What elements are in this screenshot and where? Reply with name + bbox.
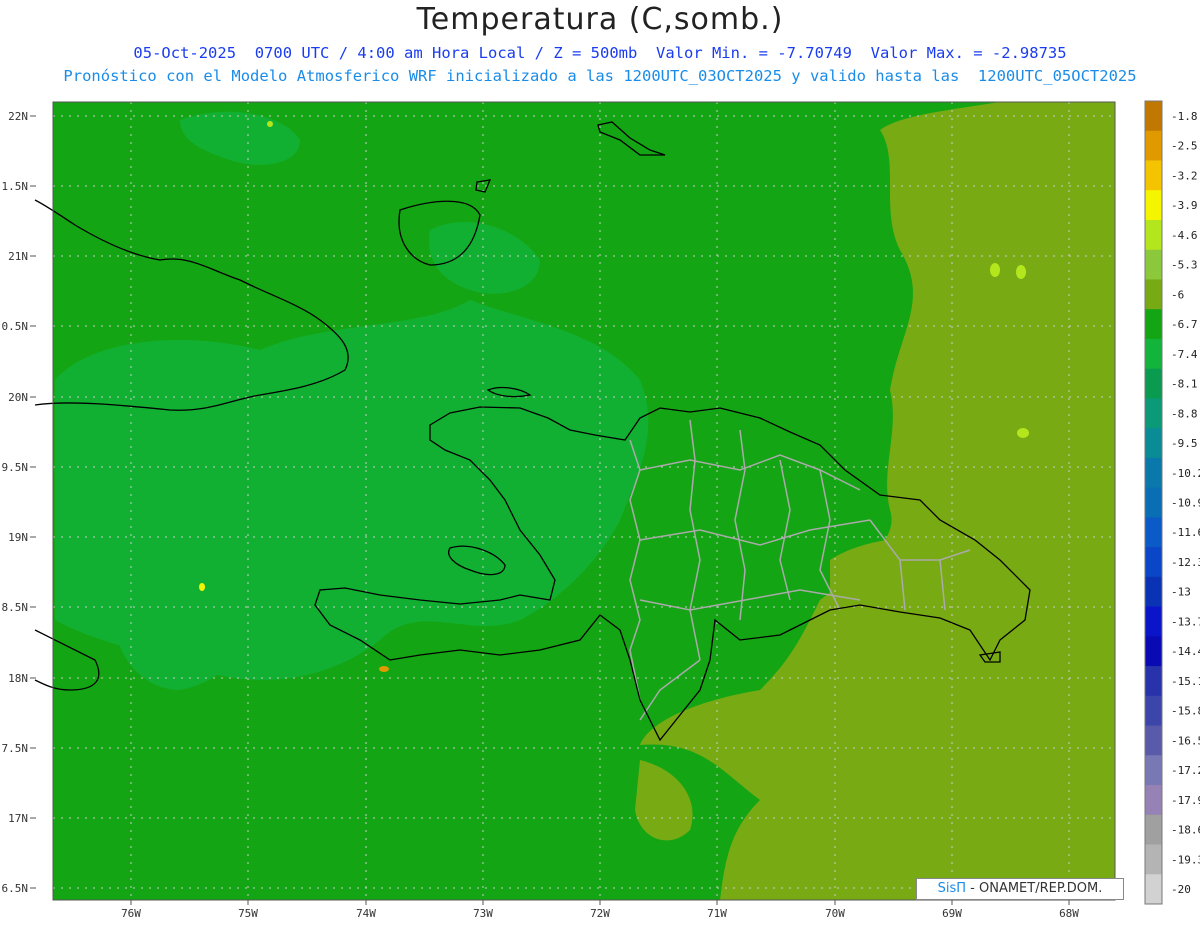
latitude-ticks bbox=[30, 115, 36, 889]
lon-tick-label: 71W bbox=[707, 907, 727, 920]
legend-label: -1.8 bbox=[1171, 110, 1198, 123]
legend-swatch bbox=[1145, 725, 1162, 756]
legend-label: -9.5 bbox=[1171, 437, 1198, 450]
legend-swatch bbox=[1145, 666, 1162, 697]
legend-swatch bbox=[1145, 576, 1162, 608]
legend-swatch bbox=[1145, 874, 1162, 905]
legend-swatch bbox=[1145, 755, 1162, 786]
warm-spot bbox=[990, 263, 1000, 277]
legend-label: -3.9 bbox=[1171, 199, 1198, 212]
legend-swatch bbox=[1145, 428, 1162, 459]
warm-spot bbox=[267, 121, 273, 127]
warm-spot bbox=[1017, 428, 1029, 438]
legend-swatch bbox=[1145, 279, 1162, 310]
longitude-ticks bbox=[130, 900, 1070, 905]
legend-swatch bbox=[1145, 844, 1162, 875]
legend-swatch bbox=[1145, 190, 1162, 221]
legend-label: -13 bbox=[1171, 586, 1191, 599]
legend-swatch bbox=[1145, 249, 1162, 280]
lat-tick-label: 9.5N bbox=[2, 461, 29, 474]
legend-label: -12.3 bbox=[1171, 556, 1200, 569]
lat-tick-label: 20N bbox=[8, 391, 28, 404]
lon-tick-label: 73W bbox=[473, 907, 493, 920]
legend-label: -3.2 bbox=[1171, 169, 1198, 182]
legend-swatch bbox=[1145, 547, 1162, 578]
legend-swatch bbox=[1145, 338, 1162, 370]
warm-spot bbox=[1016, 265, 1026, 279]
plot-area bbox=[34, 101, 1116, 901]
longitude-axis: 76W 75W 74W 73W 72W 71W 70W 69W 68W bbox=[121, 907, 1079, 920]
legend-swatch bbox=[1145, 219, 1162, 251]
legend-label: -17.2 bbox=[1171, 764, 1200, 777]
legend-label: -4.6 bbox=[1171, 229, 1198, 242]
legend-label: -6 bbox=[1171, 288, 1184, 301]
lat-tick-label: 6.5N bbox=[2, 882, 29, 895]
legend-swatch bbox=[1145, 606, 1162, 637]
legend-swatch bbox=[1145, 785, 1162, 816]
legend-label: -10.9 bbox=[1171, 497, 1200, 510]
legend-label: -15.1 bbox=[1171, 675, 1200, 688]
legend-label: -20 bbox=[1171, 883, 1191, 896]
legend-swatch bbox=[1145, 398, 1162, 429]
legend-swatch bbox=[1145, 130, 1162, 161]
lat-tick-label: 1.5N bbox=[2, 180, 29, 193]
sispi-logo: SisΠ bbox=[937, 881, 967, 896]
legend-swatch bbox=[1145, 695, 1162, 727]
lat-tick-label: 17N bbox=[8, 812, 28, 825]
legend-label: -16.5 bbox=[1171, 734, 1200, 747]
lon-tick-label: 74W bbox=[356, 907, 376, 920]
legend-swatch bbox=[1145, 368, 1162, 399]
lat-tick-label: 0.5N bbox=[2, 320, 29, 333]
legend-swatch bbox=[1145, 517, 1162, 548]
legend-label: -18.6 bbox=[1171, 824, 1200, 837]
legend-label: -19.3 bbox=[1171, 853, 1200, 866]
credit-box: SisΠ - ONAMET/REP.DOM. bbox=[916, 878, 1124, 900]
lat-tick-label: 21N bbox=[8, 250, 28, 263]
latitude-axis: 22N 1.5N 21N 0.5N 20N 9.5N 19N 8.5N 18N … bbox=[2, 110, 29, 895]
legend-label: -8.1 bbox=[1171, 378, 1198, 391]
legend-label: -8.8 bbox=[1171, 407, 1198, 420]
legend-label: -11.6 bbox=[1171, 526, 1200, 539]
lon-tick-label: 72W bbox=[590, 907, 610, 920]
lon-tick-label: 75W bbox=[238, 907, 258, 920]
legend-label: -6.7 bbox=[1171, 318, 1198, 331]
legend-swatch bbox=[1145, 636, 1162, 667]
lat-tick-label: 8.5N bbox=[2, 601, 29, 614]
warm-spot bbox=[199, 583, 205, 591]
lat-tick-label: 18N bbox=[8, 672, 28, 685]
legend-label: -5.3 bbox=[1171, 259, 1198, 272]
legend-swatch bbox=[1145, 814, 1162, 846]
legend-swatch bbox=[1145, 101, 1162, 132]
legend-label: -10.2 bbox=[1171, 467, 1200, 480]
lat-tick-label: 19N bbox=[8, 531, 28, 544]
lon-tick-label: 76W bbox=[121, 907, 141, 920]
legend-label: -14.4 bbox=[1171, 645, 1200, 658]
lat-tick-label: 7.5N bbox=[2, 742, 29, 755]
legend-label: -17.9 bbox=[1171, 794, 1200, 807]
legend-label: -7.4 bbox=[1171, 348, 1198, 361]
map-canvas: 22N 1.5N 21N 0.5N 20N 9.5N 19N 8.5N 18N … bbox=[2, 100, 1200, 920]
lon-tick-label: 68W bbox=[1059, 907, 1079, 920]
lon-tick-label: 70W bbox=[825, 907, 845, 920]
legend-label: -15.8 bbox=[1171, 705, 1200, 718]
legend-swatch bbox=[1145, 309, 1162, 340]
lat-tick-label: 22N bbox=[8, 110, 28, 123]
warm-spot bbox=[379, 666, 389, 672]
legend-label: -2.5 bbox=[1171, 140, 1198, 153]
color-legend: -1.8 -2.5 -3.2 -3.9 -4.6 -5.3 -6 -6.7 -7.4 -8.1 -8… bbox=[1144, 100, 1200, 905]
legend-swatch bbox=[1145, 487, 1162, 518]
lon-tick-label: 69W bbox=[942, 907, 962, 920]
legend-swatch bbox=[1145, 160, 1162, 191]
credit-text: - ONAMET/REP.DOM. bbox=[966, 881, 1103, 896]
legend-label: -13.7 bbox=[1171, 615, 1200, 628]
legend-swatch bbox=[1145, 457, 1162, 489]
